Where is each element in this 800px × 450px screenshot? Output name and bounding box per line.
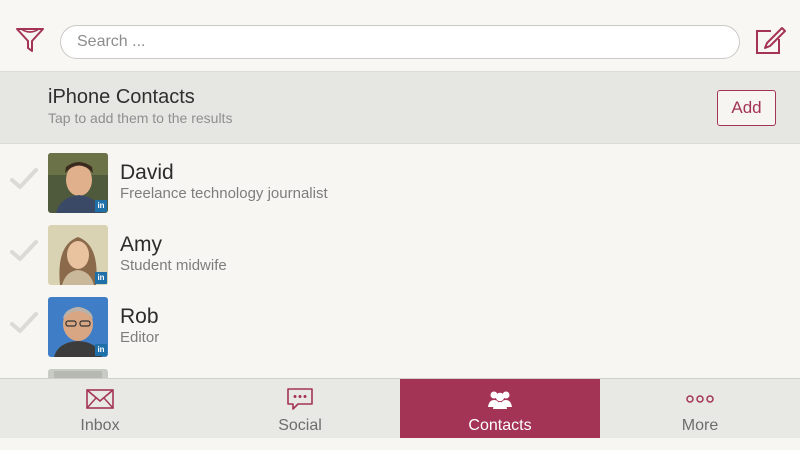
- contact-name: David: [120, 161, 174, 184]
- search-input[interactable]: [60, 25, 740, 59]
- linkedin-badge-icon: in: [95, 344, 107, 356]
- tab-inbox[interactable]: Inbox: [0, 379, 200, 439]
- contact-name: Amy: [120, 233, 162, 256]
- checkmark-icon[interactable]: [10, 311, 38, 335]
- contact-role: Editor: [120, 329, 160, 346]
- contacts-list: in David Freelance technology journalist…: [0, 145, 800, 378]
- tab-more[interactable]: More: [600, 379, 800, 439]
- contact-row[interactable]: in David Freelance technology journalist: [0, 149, 800, 221]
- contact-row[interactable]: in Amy Student midwife: [0, 221, 800, 293]
- section-title: iPhone Contacts: [48, 86, 195, 108]
- checkmark-icon[interactable]: [10, 167, 38, 191]
- bottom-strip: [0, 438, 800, 450]
- tab-contacts[interactable]: Contacts: [400, 379, 600, 439]
- people-icon: [488, 391, 512, 409]
- tab-bar: Inbox Social Contacts More: [0, 378, 800, 439]
- contact-name: Rob: [120, 305, 159, 328]
- filter-button[interactable]: [14, 24, 46, 56]
- tab-label: Inbox: [80, 417, 120, 434]
- chat-bubble-icon: [287, 388, 313, 410]
- linkedin-badge-icon: in: [95, 272, 107, 284]
- more-dots-icon: [686, 395, 714, 403]
- avatar: in: [48, 225, 108, 285]
- tab-label: Contacts: [468, 417, 532, 434]
- contact-role: Student midwife: [120, 257, 227, 274]
- contact-role: Freelance technology journalist: [120, 185, 328, 202]
- avatar: in: [48, 297, 108, 357]
- top-bar: [0, 0, 800, 72]
- avatar: in: [48, 153, 108, 213]
- compose-icon: [756, 27, 786, 54]
- filter-funnel-icon: [16, 28, 44, 52]
- tab-label: Social: [278, 417, 322, 434]
- avatar: [48, 369, 108, 378]
- linkedin-badge-icon: in: [95, 200, 107, 212]
- envelope-icon: [86, 389, 114, 409]
- contact-row[interactable]: in Rob Editor: [0, 293, 800, 365]
- contact-row[interactable]: [0, 365, 800, 378]
- tab-social[interactable]: Social: [200, 379, 400, 439]
- compose-button[interactable]: [754, 26, 786, 56]
- tab-label: More: [681, 417, 719, 434]
- section-subtitle: Tap to add them to the results: [48, 110, 233, 126]
- checkmark-icon[interactable]: [10, 239, 38, 263]
- add-button[interactable]: Add: [717, 90, 776, 126]
